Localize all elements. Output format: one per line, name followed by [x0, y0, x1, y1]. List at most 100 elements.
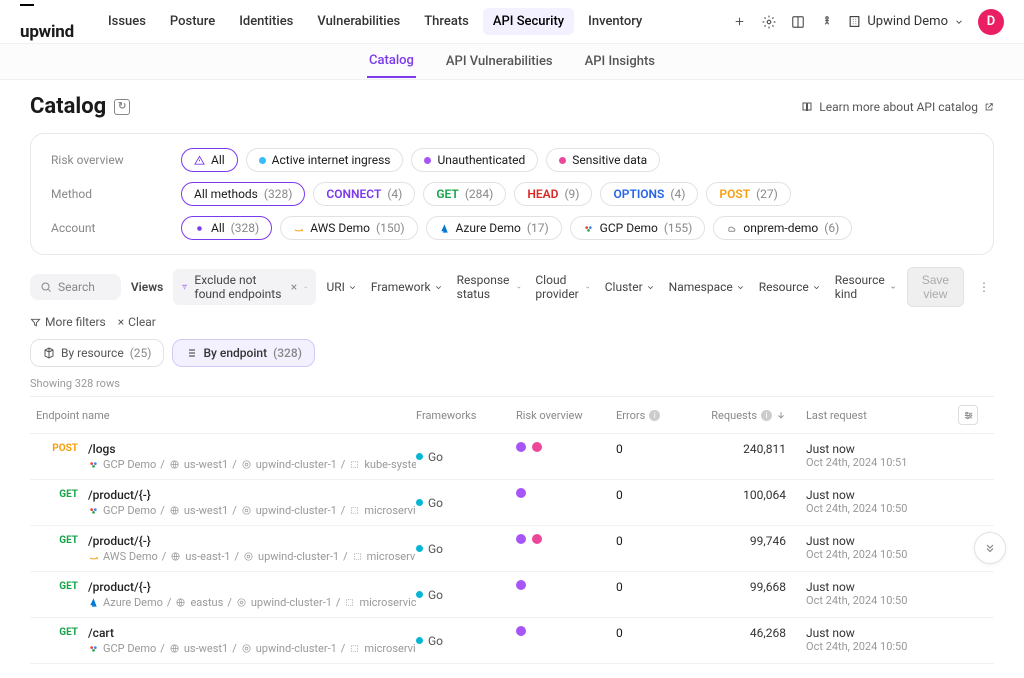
filter-framework[interactable]: Framework [371, 273, 443, 301]
segment-by-resource[interactable]: By resource(25) [30, 339, 164, 367]
requests-cell: 99,668 [696, 580, 806, 609]
method-chip-get[interactable]: GET(284) [423, 182, 506, 206]
risk-chip-active-internet-ingress[interactable]: Active internet ingress [246, 148, 404, 172]
risk-chip-sensitive-data[interactable]: Sensitive data [546, 148, 660, 172]
clear-filters-button[interactable]: × Clear [118, 315, 156, 329]
method-chip-all-methods[interactable]: All methods(328) [181, 182, 305, 206]
risk-chip-all[interactable]: All [181, 148, 238, 172]
filter-icon [30, 317, 41, 328]
risk-cell [516, 488, 616, 517]
filter-resource[interactable]: Resource [759, 273, 821, 301]
info-icon: i [649, 410, 660, 421]
main-nav: IssuesPostureIdentitiesVulnerabilitiesTh… [98, 8, 652, 35]
table-row[interactable]: POST /logs GCP Demo/us-west1/upwind-clus… [30, 434, 994, 480]
active-view-pill[interactable]: Exclude not found endpoints × [173, 269, 316, 305]
account-chip-aws-demo[interactable]: AWS Demo(150) [280, 216, 417, 240]
last-request-cell: Just nowOct 24th, 2024 10:50 [806, 534, 958, 563]
method-chip-head[interactable]: HEAD(9) [514, 182, 592, 206]
subtab-api-vulnerabilities[interactable]: API Vulnerabilities [444, 46, 555, 77]
filter-cloud-provider[interactable]: Cloud provider [535, 273, 590, 301]
col-risk[interactable]: Risk overview [516, 409, 616, 422]
row-count: Showing 328 rows [30, 377, 994, 390]
endpoint-path: /cart [88, 626, 416, 640]
method-chip-options[interactable]: OPTIONS(4) [600, 182, 698, 206]
gear-icon[interactable] [761, 14, 776, 29]
views-label: Views [131, 280, 163, 294]
chevron-down-icon [812, 283, 821, 292]
nav-threats[interactable]: Threats [414, 8, 479, 35]
framework-cell: Go [416, 488, 516, 517]
subtab-api-insights[interactable]: API Insights [583, 46, 657, 77]
col-errors[interactable]: Errorsi [616, 409, 696, 422]
table-row[interactable]: GET /product/{-} AWS Demo/us-east-1/upwi… [30, 526, 994, 572]
plus-icon[interactable] [732, 14, 747, 29]
learn-more-link[interactable]: Learn more about API catalog [801, 100, 994, 114]
last-request-cell: Just nowOct 24th, 2024 10:50 [806, 488, 958, 517]
org-selector[interactable]: Upwind Demo [848, 14, 964, 29]
endpoint-path: /logs [88, 442, 416, 456]
filter-uri[interactable]: URI [326, 273, 356, 301]
account-chip-onprem-demo[interactable]: onprem-demo(6) [713, 216, 852, 240]
chevron-down-icon [646, 283, 655, 292]
columns-icon[interactable] [790, 14, 805, 29]
nav-vulnerabilities[interactable]: Vulnerabilities [307, 8, 410, 35]
account-chip-azure-demo[interactable]: Azure Demo(17) [426, 216, 562, 240]
table-row[interactable]: GET /product/{-} Azure Demo/eastus/upwin… [30, 572, 994, 618]
save-view-button[interactable]: Save view [907, 267, 964, 307]
list-icon [185, 347, 197, 359]
method-badge: GET [36, 488, 78, 517]
search-icon [40, 281, 52, 293]
filter-cluster[interactable]: Cluster [605, 273, 655, 301]
refresh-button[interactable]: ↻ [114, 99, 130, 115]
col-endpoint[interactable]: Endpoint name [36, 409, 416, 422]
building-icon [848, 15, 861, 28]
warning-icon [194, 155, 205, 166]
errors-cell: 0 [616, 488, 696, 517]
endpoint-path: /product/{-} [88, 534, 416, 548]
method-chip-connect[interactable]: CONNECT(4) [313, 182, 415, 206]
table-row[interactable]: GET /cart GCP Demo/us-west1/upwind-clust… [30, 618, 994, 664]
run-icon[interactable] [819, 14, 834, 29]
table-settings-icon[interactable] [958, 405, 978, 425]
filter-namespace[interactable]: Namespace [669, 273, 745, 301]
segment-by-endpoint[interactable]: By endpoint(328) [172, 339, 314, 367]
col-last[interactable]: Last request [806, 409, 958, 422]
nav-issues[interactable]: Issues [98, 8, 156, 35]
account-chip-all[interactable]: All(328) [181, 216, 272, 240]
account-chip-gcp-demo[interactable]: GCP Demo(155) [570, 216, 706, 240]
framework-cell: Go [416, 442, 516, 471]
chevron-down-icon [516, 283, 522, 292]
table-row[interactable]: GET /product/{-} GCP Demo/us-west1/upwin… [30, 480, 994, 526]
cube-icon [43, 347, 55, 359]
endpoint-breadcrumb: GCP Demo/us-west1/upwind-cluster-1/micro… [88, 504, 416, 517]
endpoint-breadcrumb: GCP Demo/us-west1/upwind-cluster-1/kube-… [88, 458, 416, 471]
errors-cell: 0 [616, 580, 696, 609]
col-frameworks[interactable]: Frameworks [416, 409, 516, 422]
nav-identities[interactable]: Identities [229, 8, 303, 35]
remove-view-icon[interactable]: × [291, 280, 297, 294]
risk-chip-unauthenticated[interactable]: Unauthenticated [411, 148, 538, 172]
more-filters-button[interactable]: More filters [30, 315, 106, 329]
method-chip-post[interactable]: POST(27) [706, 182, 790, 206]
more-menu-icon[interactable]: ⋮ [974, 280, 994, 294]
endpoints-table: Endpoint name Frameworks Risk overview E… [30, 396, 994, 664]
filter-response-status[interactable]: Response status [457, 273, 522, 301]
nav-inventory[interactable]: Inventory [578, 8, 652, 35]
col-requests[interactable]: Requestsi [696, 409, 806, 422]
sub-tabs: Catalog API Vulnerabilities API Insights [0, 44, 1024, 80]
account-filter-label: Account [51, 221, 181, 235]
external-link-icon [984, 102, 994, 112]
avatar[interactable]: D [978, 9, 1004, 35]
scroll-down-button[interactable] [974, 532, 1006, 564]
info-icon: i [761, 410, 772, 421]
subtab-catalog[interactable]: Catalog [367, 45, 416, 78]
chevron-down-icon [303, 283, 308, 292]
nav-posture[interactable]: Posture [160, 8, 225, 35]
search-input[interactable]: Search [30, 274, 121, 300]
last-request-cell: Just nowOct 24th, 2024 10:50 [806, 626, 958, 655]
nav-api-security[interactable]: API Security [483, 8, 574, 35]
filters-panel: Risk overview AllActive internet ingress… [30, 133, 994, 255]
chevron-down-icon [434, 283, 443, 292]
chevron-down-icon [585, 283, 590, 292]
filter-resource-kind[interactable]: Resource kind [835, 273, 897, 301]
